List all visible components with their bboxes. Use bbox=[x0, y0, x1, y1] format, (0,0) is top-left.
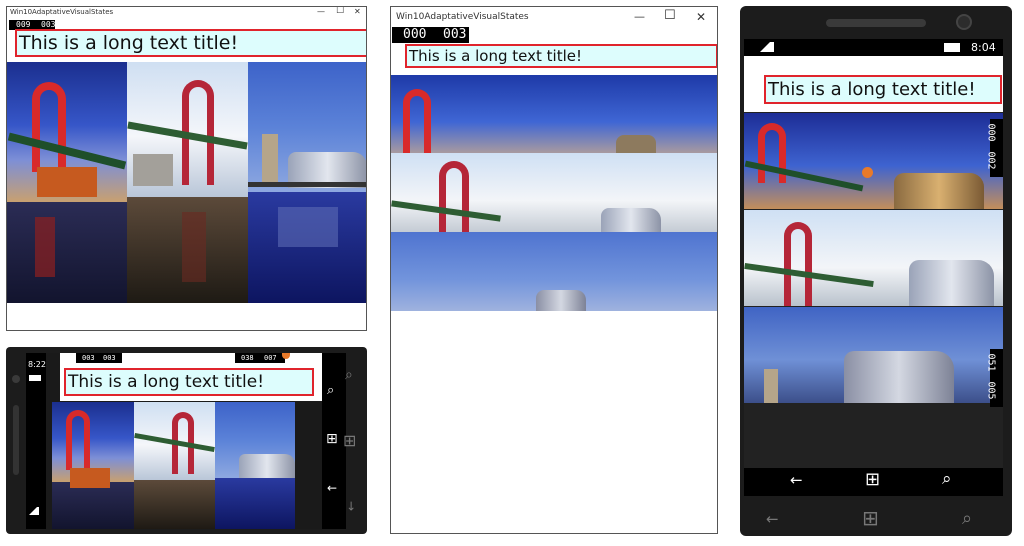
photo-tile bbox=[248, 62, 366, 303]
counter-value: 007 bbox=[264, 354, 277, 362]
windows-icon[interactable]: ⊞ bbox=[343, 431, 356, 450]
back-icon[interactable]: ← bbox=[344, 501, 358, 511]
frame-counter: 003 003 bbox=[76, 353, 122, 363]
speaker-slot bbox=[13, 405, 19, 475]
camera-dot bbox=[12, 375, 20, 383]
search-icon[interactable]: ⌕ bbox=[962, 508, 972, 529]
maximize-icon[interactable]: ☐ bbox=[336, 7, 344, 16]
long-title: This is a long text title! bbox=[64, 368, 314, 396]
back-button[interactable]: ← bbox=[790, 471, 803, 489]
maximize-icon[interactable]: ☐ bbox=[664, 8, 676, 23]
minimize-icon[interactable]: — bbox=[634, 10, 645, 23]
close-icon[interactable]: ✕ bbox=[696, 10, 706, 24]
touch-indicator bbox=[862, 167, 873, 178]
phone-portrait: 8:04 This is a long text title! 000 002 … bbox=[740, 6, 1012, 536]
status-time: 8:04 bbox=[971, 41, 996, 54]
frame-counter: 038 007 bbox=[235, 353, 285, 363]
window-title: Win10AdaptativeVisualStates bbox=[10, 8, 114, 16]
battery-icon bbox=[29, 375, 41, 381]
counter-value: 000 bbox=[985, 123, 997, 142]
photo-tile bbox=[215, 402, 295, 529]
back-button[interactable]: ← bbox=[327, 481, 337, 495]
status-bar: 8:04 bbox=[744, 39, 1003, 56]
nav-bar: ← ⊞ ⌕ bbox=[744, 468, 1003, 496]
photo-tile bbox=[391, 75, 717, 153]
front-camera bbox=[956, 14, 972, 30]
counter-value: 003 bbox=[103, 354, 116, 362]
minimize-icon[interactable]: — bbox=[317, 7, 325, 16]
photo-tile bbox=[134, 402, 215, 529]
title-text: This is a long text title! bbox=[68, 372, 265, 392]
title-text: This is a long text title! bbox=[768, 79, 976, 100]
close-icon[interactable]: ✕ bbox=[354, 7, 361, 16]
photo-tile bbox=[391, 232, 717, 311]
status-time: 8:22 bbox=[28, 360, 46, 369]
windows-button[interactable]: ⊞ bbox=[326, 431, 338, 447]
long-title: This is a long text title! bbox=[764, 75, 1002, 104]
battery-icon bbox=[944, 43, 960, 52]
image-row bbox=[7, 62, 366, 303]
phone-screen: 8:22 003 003 038 007 This is a long text… bbox=[26, 353, 346, 529]
title-bar[interactable]: Win10AdaptativeVisualStates — ☐ ✕ bbox=[7, 7, 366, 20]
window-title: Win10AdaptativeVisualStates bbox=[396, 12, 529, 22]
long-title: This is a long text title! bbox=[405, 44, 717, 68]
windows-icon[interactable]: ⊞ bbox=[862, 506, 879, 530]
photo-tile bbox=[391, 153, 717, 232]
frame-counter: 051 005 bbox=[986, 349, 1003, 407]
photo-tile bbox=[52, 402, 134, 529]
title-text: This is a long text title! bbox=[409, 47, 582, 65]
photo-tile bbox=[744, 113, 1003, 209]
counter-value: 002 bbox=[985, 151, 997, 170]
search-button[interactable]: ⌕ bbox=[327, 383, 334, 398]
phone-landscape: 8:22 003 003 038 007 This is a long text… bbox=[6, 347, 367, 534]
title-text: This is a long text title! bbox=[19, 32, 239, 54]
window-desktop-wide: Win10AdaptativeVisualStates — ☐ ✕ 009 00… bbox=[6, 6, 367, 331]
photo-tile bbox=[127, 62, 248, 303]
window-desktop-narrow: Win10AdaptativeVisualStates — ☐ ✕ 000 00… bbox=[390, 6, 718, 534]
counter-value: 000 bbox=[403, 27, 427, 42]
photo-tile bbox=[744, 307, 1003, 403]
frame-counter: 000 002 bbox=[986, 119, 1003, 177]
signal-icon bbox=[760, 42, 774, 52]
search-icon[interactable]: ⌕ bbox=[345, 367, 353, 383]
title-bar[interactable]: Win10AdaptativeVisualStates — ☐ ✕ bbox=[391, 7, 717, 27]
back-icon[interactable]: ← bbox=[766, 510, 779, 528]
windows-button[interactable]: ⊞ bbox=[865, 469, 880, 490]
search-button[interactable]: ⌕ bbox=[942, 469, 952, 489]
earpiece bbox=[826, 19, 926, 27]
photo-tile bbox=[744, 210, 1003, 306]
counter-value: 005 bbox=[985, 381, 997, 400]
counter-value: 003 bbox=[443, 27, 467, 42]
counter-value: 003 bbox=[82, 354, 95, 362]
long-title: This is a long text title! bbox=[15, 29, 366, 57]
phone-screen: 8:04 This is a long text title! 000 002 … bbox=[744, 39, 1003, 496]
status-bar: 8:22 bbox=[26, 353, 46, 529]
signal-icon bbox=[29, 507, 39, 515]
photo-tile bbox=[7, 62, 127, 303]
counter-value: 051 bbox=[985, 353, 997, 372]
frame-counter: 000 003 bbox=[392, 27, 469, 43]
counter-value: 038 bbox=[241, 354, 254, 362]
